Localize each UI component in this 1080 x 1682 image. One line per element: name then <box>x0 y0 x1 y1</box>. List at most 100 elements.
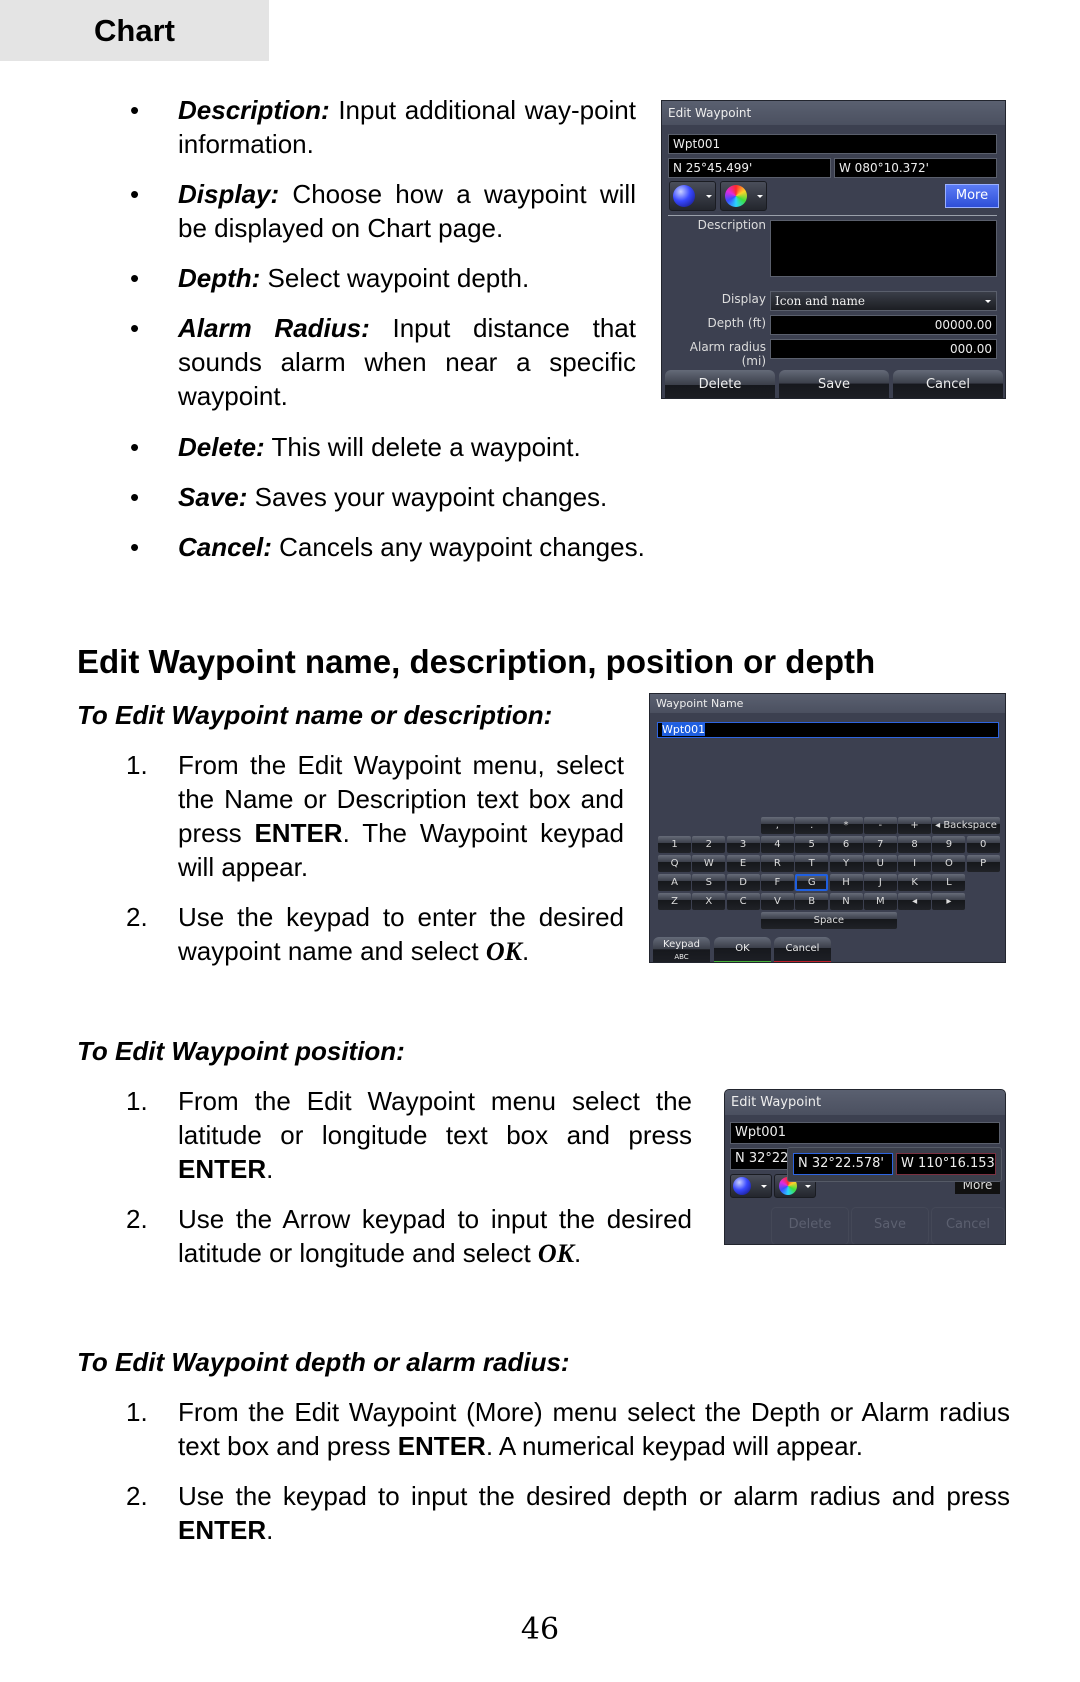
delete-button-disabled: Delete <box>771 1207 849 1244</box>
waypoint-name-field[interactable]: Wpt001 <box>668 134 997 154</box>
alarm-radius-field[interactable]: 000.00 <box>770 339 997 359</box>
key[interactable]: 0 <box>966 836 1000 853</box>
waypoint-icon <box>733 1177 751 1195</box>
display-value: Icon and name <box>775 294 865 308</box>
key[interactable]: I <box>898 855 932 872</box>
bullet: • <box>130 95 140 125</box>
bullet: • <box>130 482 140 512</box>
key[interactable]: 3 <box>726 836 760 853</box>
chevron-down-icon <box>757 195 763 198</box>
key[interactable]: Q <box>658 855 691 872</box>
description-label: Description <box>697 218 766 232</box>
keypad-label: Keypad <box>663 939 700 950</box>
key[interactable]: O <box>932 855 966 872</box>
waypoint-name-input[interactable]: Wpt001 <box>657 722 999 738</box>
key[interactable]: 9 <box>932 836 966 853</box>
key[interactable]: D <box>726 874 760 891</box>
save-button[interactable]: Save <box>779 370 889 398</box>
space-key[interactable]: Space <box>760 912 897 929</box>
key[interactable]: B <box>795 893 829 910</box>
backspace-key[interactable]: ◂ Backspace <box>932 817 1000 834</box>
waypoint-name-field[interactable]: Wpt001 <box>730 1122 1000 1144</box>
step-item: 1. From the Edit Waypoint menu select the… <box>126 1086 692 1184</box>
cursor-left-key[interactable]: ◂ <box>898 893 932 910</box>
keypad-mode: ABC <box>674 953 689 961</box>
key[interactable]: J <box>863 874 897 891</box>
key[interactable]: T <box>795 855 829 872</box>
key[interactable]: M <box>863 893 897 910</box>
key[interactable]: * <box>829 817 863 834</box>
key[interactable]: E <box>726 855 760 872</box>
key[interactable]: W <box>692 855 726 872</box>
key[interactable]: U <box>863 855 897 872</box>
delete-button[interactable]: Delete <box>665 370 775 398</box>
latitude-input[interactable]: N 32°22.578' <box>793 1153 893 1175</box>
step-item: 1. From the Edit Waypoint (More) menu sel… <box>126 1397 1010 1461</box>
position-edit-popup: N 32°22.578' W 110°16.153' <box>787 1147 1002 1182</box>
chevron-down-icon <box>805 1185 811 1188</box>
depth-field[interactable]: 00000.00 <box>770 315 997 335</box>
key[interactable]: + <box>898 817 932 834</box>
key[interactable]: X <box>692 893 726 910</box>
key[interactable]: G <box>795 874 829 891</box>
list-item: • Cancel: Cancels any waypoint changes. <box>130 532 645 562</box>
list-item: • Depth: Select waypoint depth. <box>130 263 530 293</box>
key[interactable]: Y <box>829 855 863 872</box>
bullet: • <box>130 532 140 562</box>
depth-steps: 1. From the Edit Waypoint (More) menu sel… <box>126 1395 1010 1563</box>
key[interactable]: 5 <box>795 836 829 853</box>
key[interactable]: H <box>829 874 863 891</box>
key[interactable]: L <box>932 874 966 891</box>
key[interactable]: - <box>863 817 897 834</box>
key[interactable]: N <box>829 893 863 910</box>
longitude-input[interactable]: W 110°16.153' <box>896 1153 996 1175</box>
key[interactable]: . <box>795 817 829 834</box>
keypad-mode-button[interactable]: Keypad ABC <box>653 937 710 962</box>
key[interactable]: 6 <box>829 836 863 853</box>
latitude-field[interactable]: N 25°45.499' <box>668 158 831 178</box>
icon-selector-button[interactable] <box>730 1174 772 1198</box>
key[interactable]: F <box>760 874 794 891</box>
longitude-field[interactable]: W 080°10.372' <box>834 158 997 178</box>
page-number: 46 <box>520 1612 560 1647</box>
step-item: 2. Use the keypad to enter the desired wa… <box>126 902 624 966</box>
more-button[interactable]: More <box>945 184 999 208</box>
key[interactable]: K <box>898 874 932 891</box>
waypoint-name-keypad-screenshot: Waypoint Name Wpt001 ,. * - + ◂ Backspace 1 2 3… <box>649 693 1006 963</box>
description-field[interactable] <box>770 220 997 277</box>
subheading-depth: To Edit Waypoint depth or alarm radius: <box>77 1347 570 1377</box>
key[interactable]: P <box>966 855 1000 872</box>
cancel-button[interactable]: Cancel <box>893 370 1003 398</box>
icon-selector-button[interactable] <box>669 181 716 211</box>
cursor-right-key[interactable]: ▸ <box>932 893 966 910</box>
edit-position-screenshot: Edit Waypoint Wpt001 N 32°22 More N 32°2… <box>724 1089 1006 1245</box>
list-item: • Save: Saves your waypoint changes. <box>130 482 608 512</box>
key[interactable]: 2 <box>692 836 726 853</box>
color-selector-button[interactable] <box>720 181 767 211</box>
panel-title: Edit Waypoint <box>725 1090 1005 1115</box>
waypoint-icon <box>673 185 695 207</box>
cancel-button[interactable]: Cancel <box>774 937 831 962</box>
key[interactable]: 4 <box>760 836 794 853</box>
edit-waypoint-screenshot: Edit Waypoint Wpt001 N 25°45.499' W 080°… <box>661 100 1006 399</box>
key[interactable]: S <box>692 874 726 891</box>
save-button-disabled: Save <box>851 1207 929 1244</box>
name-steps: 1. From the Edit Waypoint menu, select th… <box>126 748 624 985</box>
key[interactable]: Z <box>658 893 691 910</box>
alarm-radius-label: Alarm radius (mi) <box>689 340 766 368</box>
bullet: • <box>130 313 140 343</box>
key[interactable]: A <box>658 874 691 891</box>
panel-title: Waypoint Name <box>650 694 1005 713</box>
key[interactable]: R <box>760 855 794 872</box>
display-select[interactable]: Icon and name <box>770 291 997 311</box>
key[interactable]: 1 <box>658 836 691 853</box>
step-item: 2. Use the keypad to input the desired de… <box>126 1481 1010 1545</box>
key[interactable]: V <box>760 893 794 910</box>
key[interactable]: C <box>726 893 760 910</box>
key[interactable]: 8 <box>898 836 932 853</box>
key[interactable]: 7 <box>863 836 897 853</box>
ok-button[interactable]: OK <box>714 937 771 962</box>
bullet: • <box>130 263 140 293</box>
bullet: • <box>130 179 140 209</box>
key[interactable]: , <box>760 817 794 834</box>
